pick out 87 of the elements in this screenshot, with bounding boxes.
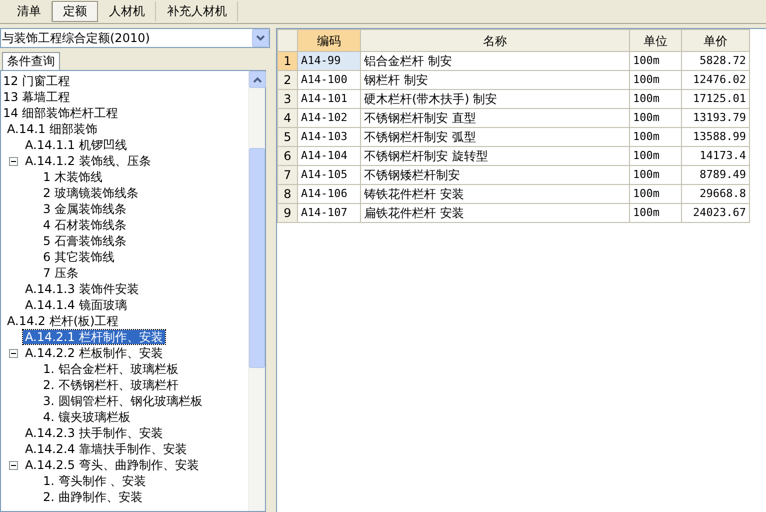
table-cell: A14-100 bbox=[298, 70, 360, 90]
table-cell: 不锈钢栏杆制安 旋转型 bbox=[360, 146, 630, 166]
table-cell: 100m bbox=[630, 70, 682, 90]
row-number[interactable]: 5 bbox=[278, 128, 298, 146]
table-cell: A14-103 bbox=[298, 128, 360, 146]
table-cell: 5828.72 bbox=[682, 52, 750, 70]
table-cell: A14-107 bbox=[298, 204, 360, 222]
row-number[interactable]: 4 bbox=[278, 108, 298, 128]
tree-item[interactable]: 2. 不锈钢栏杆、玻璃栏杆 bbox=[41, 378, 180, 392]
table-cell: 29668.8 bbox=[682, 184, 750, 204]
column-header[interactable]: 单位 bbox=[630, 30, 682, 52]
table-cell: A14-101 bbox=[298, 90, 360, 108]
table-cell: 钢栏杆 制安 bbox=[360, 70, 630, 90]
table-cell: 100m bbox=[630, 52, 682, 70]
table-cell: 100m bbox=[630, 146, 682, 166]
tree-item[interactable]: A.14.2.3 扶手制作、安装 bbox=[23, 426, 165, 440]
row-number[interactable]: 8 bbox=[278, 184, 298, 204]
scrollbar[interactable] bbox=[248, 71, 265, 511]
table-cell: 100m bbox=[630, 128, 682, 146]
tree-item[interactable]: A.14.1.2 装饰线、压条 bbox=[23, 154, 153, 168]
table-cell: 不锈钢栏杆制安 弧型 bbox=[360, 128, 630, 146]
table-cell: 铝合金栏杆 制安 bbox=[360, 52, 630, 70]
tree-item[interactable]: 1 木装饰线 bbox=[41, 170, 104, 184]
table-cell: 100m bbox=[630, 108, 682, 128]
tab[interactable]: 人材机 bbox=[98, 1, 156, 22]
table-cell: 24023.67 bbox=[682, 204, 750, 222]
tab[interactable]: 补充人材机 bbox=[156, 1, 238, 22]
table-cell: 8789.49 bbox=[682, 166, 750, 184]
column-header[interactable]: 名称 bbox=[360, 30, 630, 52]
row-number[interactable]: 7 bbox=[278, 166, 298, 184]
tree-item[interactable]: 4 石材装饰线条 bbox=[41, 218, 128, 232]
tree-item[interactable]: A.14.2.2 栏板制作、安装 bbox=[23, 346, 165, 360]
table-cell: 14173.4 bbox=[682, 146, 750, 166]
tree-item[interactable]: 13 幕墙工程 bbox=[1, 90, 72, 104]
tree-item[interactable]: 6 其它装饰线 bbox=[41, 250, 116, 264]
tree-item[interactable]: 2. 曲踭制作、安装 bbox=[41, 490, 144, 504]
tab[interactable]: 定额 bbox=[52, 1, 98, 22]
table-cell: A14-99 bbox=[298, 52, 360, 70]
query-tab[interactable]: 条件查询 bbox=[2, 52, 60, 70]
tree-item[interactable]: A.14.1.3 装饰件安装 bbox=[23, 282, 141, 296]
tree-item[interactable]: A.14.2 栏杆(板)工程 bbox=[5, 314, 121, 328]
tree-item[interactable]: A.14.2.1 栏杆制作、安装 bbox=[23, 330, 165, 344]
tree-item[interactable]: A.14.1 细部装饰 bbox=[5, 122, 100, 136]
table-cell: A14-105 bbox=[298, 166, 360, 184]
table-cell: 13588.99 bbox=[682, 128, 750, 146]
tree-item[interactable]: 2 玻璃镜装饰线条 bbox=[41, 186, 140, 200]
table-cell: 100m bbox=[630, 166, 682, 184]
column-header[interactable]: 编码 bbox=[298, 30, 360, 52]
row-number[interactable]: 6 bbox=[278, 146, 298, 166]
row-number[interactable]: 3 bbox=[278, 90, 298, 108]
table-cell: 不锈钢矮栏杆制安 bbox=[360, 166, 630, 184]
tree-item[interactable]: 3. 圆铜管栏杆、钢化玻璃栏板 bbox=[41, 394, 204, 408]
row-number[interactable]: 1 bbox=[278, 52, 298, 70]
tree-item[interactable]: A.14.1.4 镜面玻璃 bbox=[23, 298, 129, 312]
table-cell: A14-102 bbox=[298, 108, 360, 128]
table-cell: 17125.01 bbox=[682, 90, 750, 108]
tree-item[interactable]: 1. 弯头制作 、安装 bbox=[41, 474, 148, 488]
row-number[interactable]: 2 bbox=[278, 70, 298, 90]
row-number[interactable]: 9 bbox=[278, 204, 298, 222]
tree-item[interactable]: 5 石膏装饰线条 bbox=[41, 234, 128, 248]
tree-item[interactable]: 12 门窗工程 bbox=[1, 74, 72, 88]
column-header[interactable]: 单价 bbox=[682, 30, 750, 52]
table-cell: 13193.79 bbox=[682, 108, 750, 128]
table-cell: 铸铁花件栏杆 安装 bbox=[360, 184, 630, 204]
table-cell: 不锈钢栏杆制安 直型 bbox=[360, 108, 630, 128]
tree-item[interactable]: 4. 镶夹玻璃栏板 bbox=[41, 410, 132, 424]
table-cell: A14-106 bbox=[298, 184, 360, 204]
table-cell: 100m bbox=[630, 184, 682, 204]
tree-item[interactable]: 14 细部装饰栏杆工程 bbox=[1, 106, 120, 120]
chevron-down-icon bbox=[256, 35, 265, 41]
collapse-icon[interactable] bbox=[9, 461, 18, 470]
table-cell: 扁铁花件栏杆 安装 bbox=[360, 204, 630, 222]
tree-item[interactable]: 3 金属装饰线条 bbox=[41, 202, 128, 216]
table-cell: 100m bbox=[630, 90, 682, 108]
table-cell: A14-104 bbox=[298, 146, 360, 166]
tree-item[interactable]: 1. 铝合金栏杆、玻璃栏板 bbox=[41, 362, 180, 376]
library-dropdown[interactable]: 与装饰工程综合定额(2010) bbox=[0, 28, 270, 48]
chevron-up-icon[interactable] bbox=[253, 76, 262, 82]
table-cell: 100m bbox=[630, 204, 682, 222]
table-cell: 12476.02 bbox=[682, 70, 750, 90]
tree-item[interactable]: A.14.2.4 靠墙扶手制作、安装 bbox=[23, 442, 189, 456]
tree-item[interactable]: A.14.2.5 弯头、曲踭制作、安装 bbox=[23, 458, 201, 472]
table-cell: 硬木栏杆(带木扶手) 制安 bbox=[360, 90, 630, 108]
tree-item[interactable]: A.14.1.1 机锣凹线 bbox=[23, 138, 129, 152]
collapse-icon[interactable] bbox=[9, 349, 18, 358]
collapse-icon[interactable] bbox=[9, 157, 18, 166]
tree-item[interactable]: 7 压条 bbox=[41, 266, 80, 280]
